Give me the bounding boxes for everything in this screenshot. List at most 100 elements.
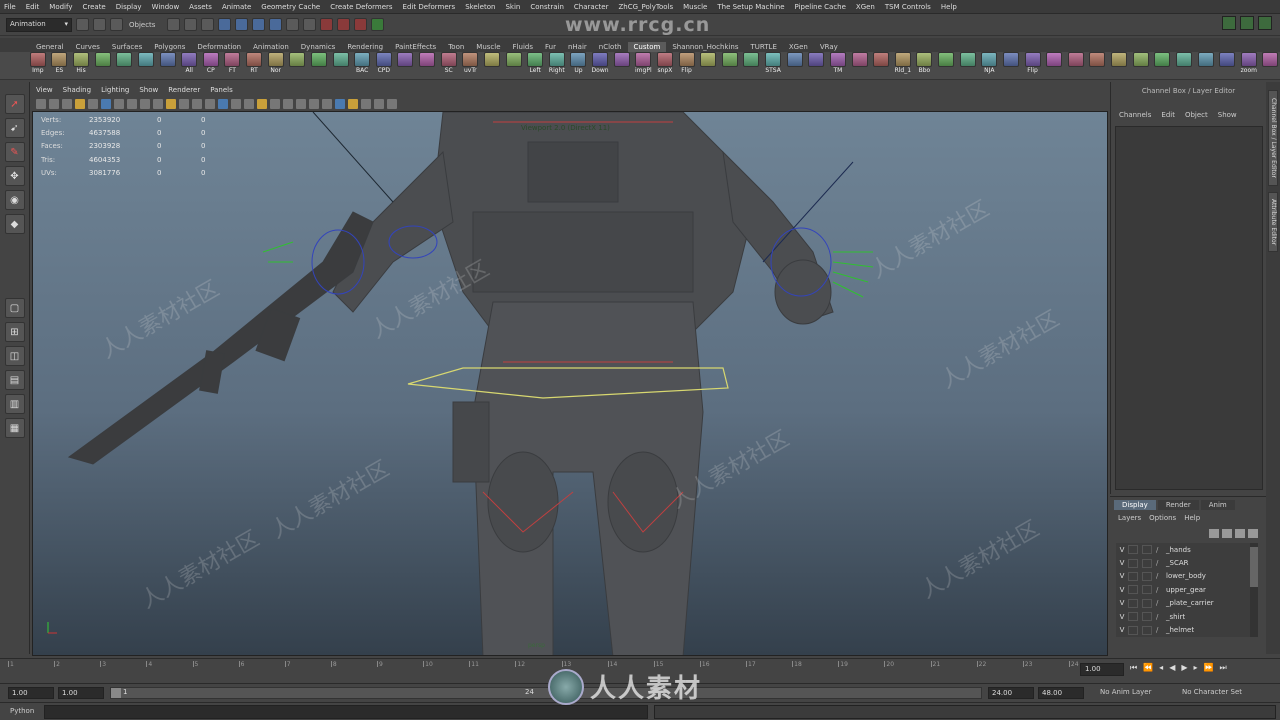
select-component-icon[interactable] (201, 18, 215, 31)
panel-tool-icon[interactable] (49, 99, 59, 109)
menu-tsm-controls[interactable]: TSM Controls (885, 3, 931, 11)
new-layer-selected-icon[interactable] (1222, 529, 1232, 538)
range-bar[interactable]: 1 24 (110, 687, 982, 699)
toggle-channel-box-icon[interactable] (1258, 16, 1272, 30)
layer-visibility-toggle[interactable]: V (1116, 613, 1128, 621)
shelf-button[interactable] (309, 52, 329, 79)
shelf-tab-fur[interactable]: Fur (539, 42, 562, 52)
selection-mode-label[interactable]: Objects (129, 21, 155, 29)
toggle-tool-settings-icon[interactable] (1240, 16, 1254, 30)
ipr-render-icon[interactable] (337, 18, 351, 31)
shelf-button[interactable]: Left (525, 52, 545, 79)
shelf-button[interactable] (1131, 52, 1151, 79)
shelf-button[interactable]: NJA (980, 52, 1000, 79)
layer-row[interactable]: V / _SCAR (1116, 556, 1252, 569)
shelf-button[interactable]: RT (244, 52, 264, 79)
layer-sort-icon[interactable] (1248, 529, 1258, 538)
shelf-button[interactable]: Imp (28, 52, 48, 79)
shelf-button[interactable]: Flip (1023, 52, 1043, 79)
toggle-attribute-editor-icon[interactable] (1222, 16, 1236, 30)
menu-edit[interactable]: Edit (26, 3, 40, 11)
panel-tool-icon[interactable] (296, 99, 306, 109)
layer-row[interactable]: V / lower_body (1116, 570, 1252, 583)
shelf-button[interactable]: ES (50, 52, 70, 79)
panel-tool-icon[interactable] (270, 99, 280, 109)
current-frame-field[interactable]: 1.00 (1080, 663, 1124, 676)
layer-tab-render[interactable]: Render (1157, 500, 1199, 510)
start-time-field[interactable]: 1.00 (8, 687, 54, 699)
range-start-handle[interactable] (111, 688, 121, 698)
shelf-button[interactable]: uvTr (461, 52, 481, 79)
shelf-tab-nhair[interactable]: nHair (562, 42, 593, 52)
layer-type-toggle[interactable] (1142, 598, 1152, 608)
shelf-tab-turtle[interactable]: TURTLE (745, 42, 783, 52)
channel-box-menu-show[interactable]: Show (1218, 111, 1237, 119)
lasso-tool-icon[interactable]: ➹ (4, 118, 25, 138)
menu-zhcg-polytools[interactable]: ZhCG_PolyTools (618, 3, 673, 11)
channel-box-menu-edit[interactable]: Edit (1161, 111, 1175, 119)
layer-visibility-toggle[interactable]: V (1116, 572, 1128, 580)
select-object-icon[interactable] (184, 18, 198, 31)
select-hierarchy-icon[interactable] (167, 18, 181, 31)
panel-tool-icon[interactable] (309, 99, 319, 109)
layer-type-toggle[interactable] (1142, 558, 1152, 568)
shelf-tab-muscle[interactable]: Muscle (470, 42, 506, 52)
menu-character[interactable]: Character (574, 3, 609, 11)
paint-select-tool-icon[interactable]: ✎ (4, 142, 25, 162)
layer-row[interactable]: V / _helmet (1116, 623, 1252, 636)
layout-outliner-icon[interactable]: ▥ (4, 394, 25, 414)
rotate-tool-icon[interactable]: ◉ (4, 190, 25, 210)
layer-row[interactable]: V / _hands (1116, 543, 1252, 556)
go-to-start-icon[interactable]: ⏮ (1130, 663, 1137, 673)
shelf-button[interactable]: CP (201, 52, 221, 79)
shelf-tab-curves[interactable]: Curves (70, 42, 106, 52)
shelf-button[interactable]: All (179, 52, 199, 79)
shelf-button[interactable] (1174, 52, 1194, 79)
layout-four-icon[interactable]: ⊞ (4, 322, 25, 342)
shelf-button[interactable] (1044, 52, 1064, 79)
shelf-button[interactable]: Nor (266, 52, 286, 79)
menu-file[interactable]: File (4, 3, 16, 11)
layer-playback-toggle[interactable] (1128, 571, 1138, 581)
character-set-selector[interactable]: No Character Set (1182, 688, 1242, 696)
shelf-button[interactable] (698, 52, 718, 79)
panel-menu-view[interactable]: View (36, 86, 53, 96)
side-tab-channel-box[interactable]: Channel Box / Layer Editor (1268, 90, 1278, 186)
side-tab-attribute-editor[interactable]: Attribute Editor (1268, 192, 1278, 252)
snap-curve-icon[interactable] (235, 18, 249, 31)
menu-create[interactable]: Create (82, 3, 105, 11)
move-tool-icon[interactable]: ✥ (4, 166, 25, 186)
shelf-tab-rendering[interactable]: Rendering (341, 42, 389, 52)
shelf-button[interactable] (158, 52, 178, 79)
shelf-button[interactable] (396, 52, 416, 79)
play-forward-icon[interactable]: ▶ (1181, 663, 1187, 673)
step-back-key-icon[interactable]: ⏪ (1143, 663, 1153, 673)
shelf-button[interactable] (871, 52, 891, 79)
layout-single-icon[interactable]: ▢ (4, 298, 25, 318)
start-range-field[interactable]: 1.00 (58, 687, 104, 699)
shelf-tab-polygons[interactable]: Polygons (148, 42, 191, 52)
shelf-button[interactable]: imgPl (634, 52, 654, 79)
panel-tool-icon[interactable] (140, 99, 150, 109)
shelf-button[interactable]: His (71, 52, 91, 79)
channel-box-area[interactable] (1115, 126, 1263, 490)
menu-create-deformers[interactable]: Create Deformers (330, 3, 392, 11)
shelf-button[interactable] (288, 52, 308, 79)
layer-visibility-toggle[interactable]: V (1116, 546, 1128, 554)
shelf-button[interactable]: SC (439, 52, 459, 79)
shelf-button[interactable]: Bbo (915, 52, 935, 79)
render-settings-icon[interactable] (354, 18, 368, 31)
step-forward-key-icon[interactable]: ⏩ (1204, 663, 1214, 673)
go-to-end-icon[interactable]: ⏭ (1219, 663, 1226, 673)
panel-tool-icon[interactable] (192, 99, 202, 109)
end-time-field[interactable]: 48.00 (1038, 687, 1084, 699)
layer-tab-anim[interactable]: Anim (1200, 500, 1235, 510)
shelf-tab-shannon-hochkins[interactable]: Shannon_Hochkins (666, 42, 744, 52)
end-range-field[interactable]: 24.00 (988, 687, 1034, 699)
menu-display[interactable]: Display (116, 3, 142, 11)
open-scene-icon[interactable] (93, 18, 106, 31)
shelf-button[interactable] (1001, 52, 1021, 79)
shelf-button[interactable]: CPD (374, 52, 394, 79)
panel-tool-icon[interactable] (283, 99, 293, 109)
panel-tool-icon[interactable] (179, 99, 189, 109)
